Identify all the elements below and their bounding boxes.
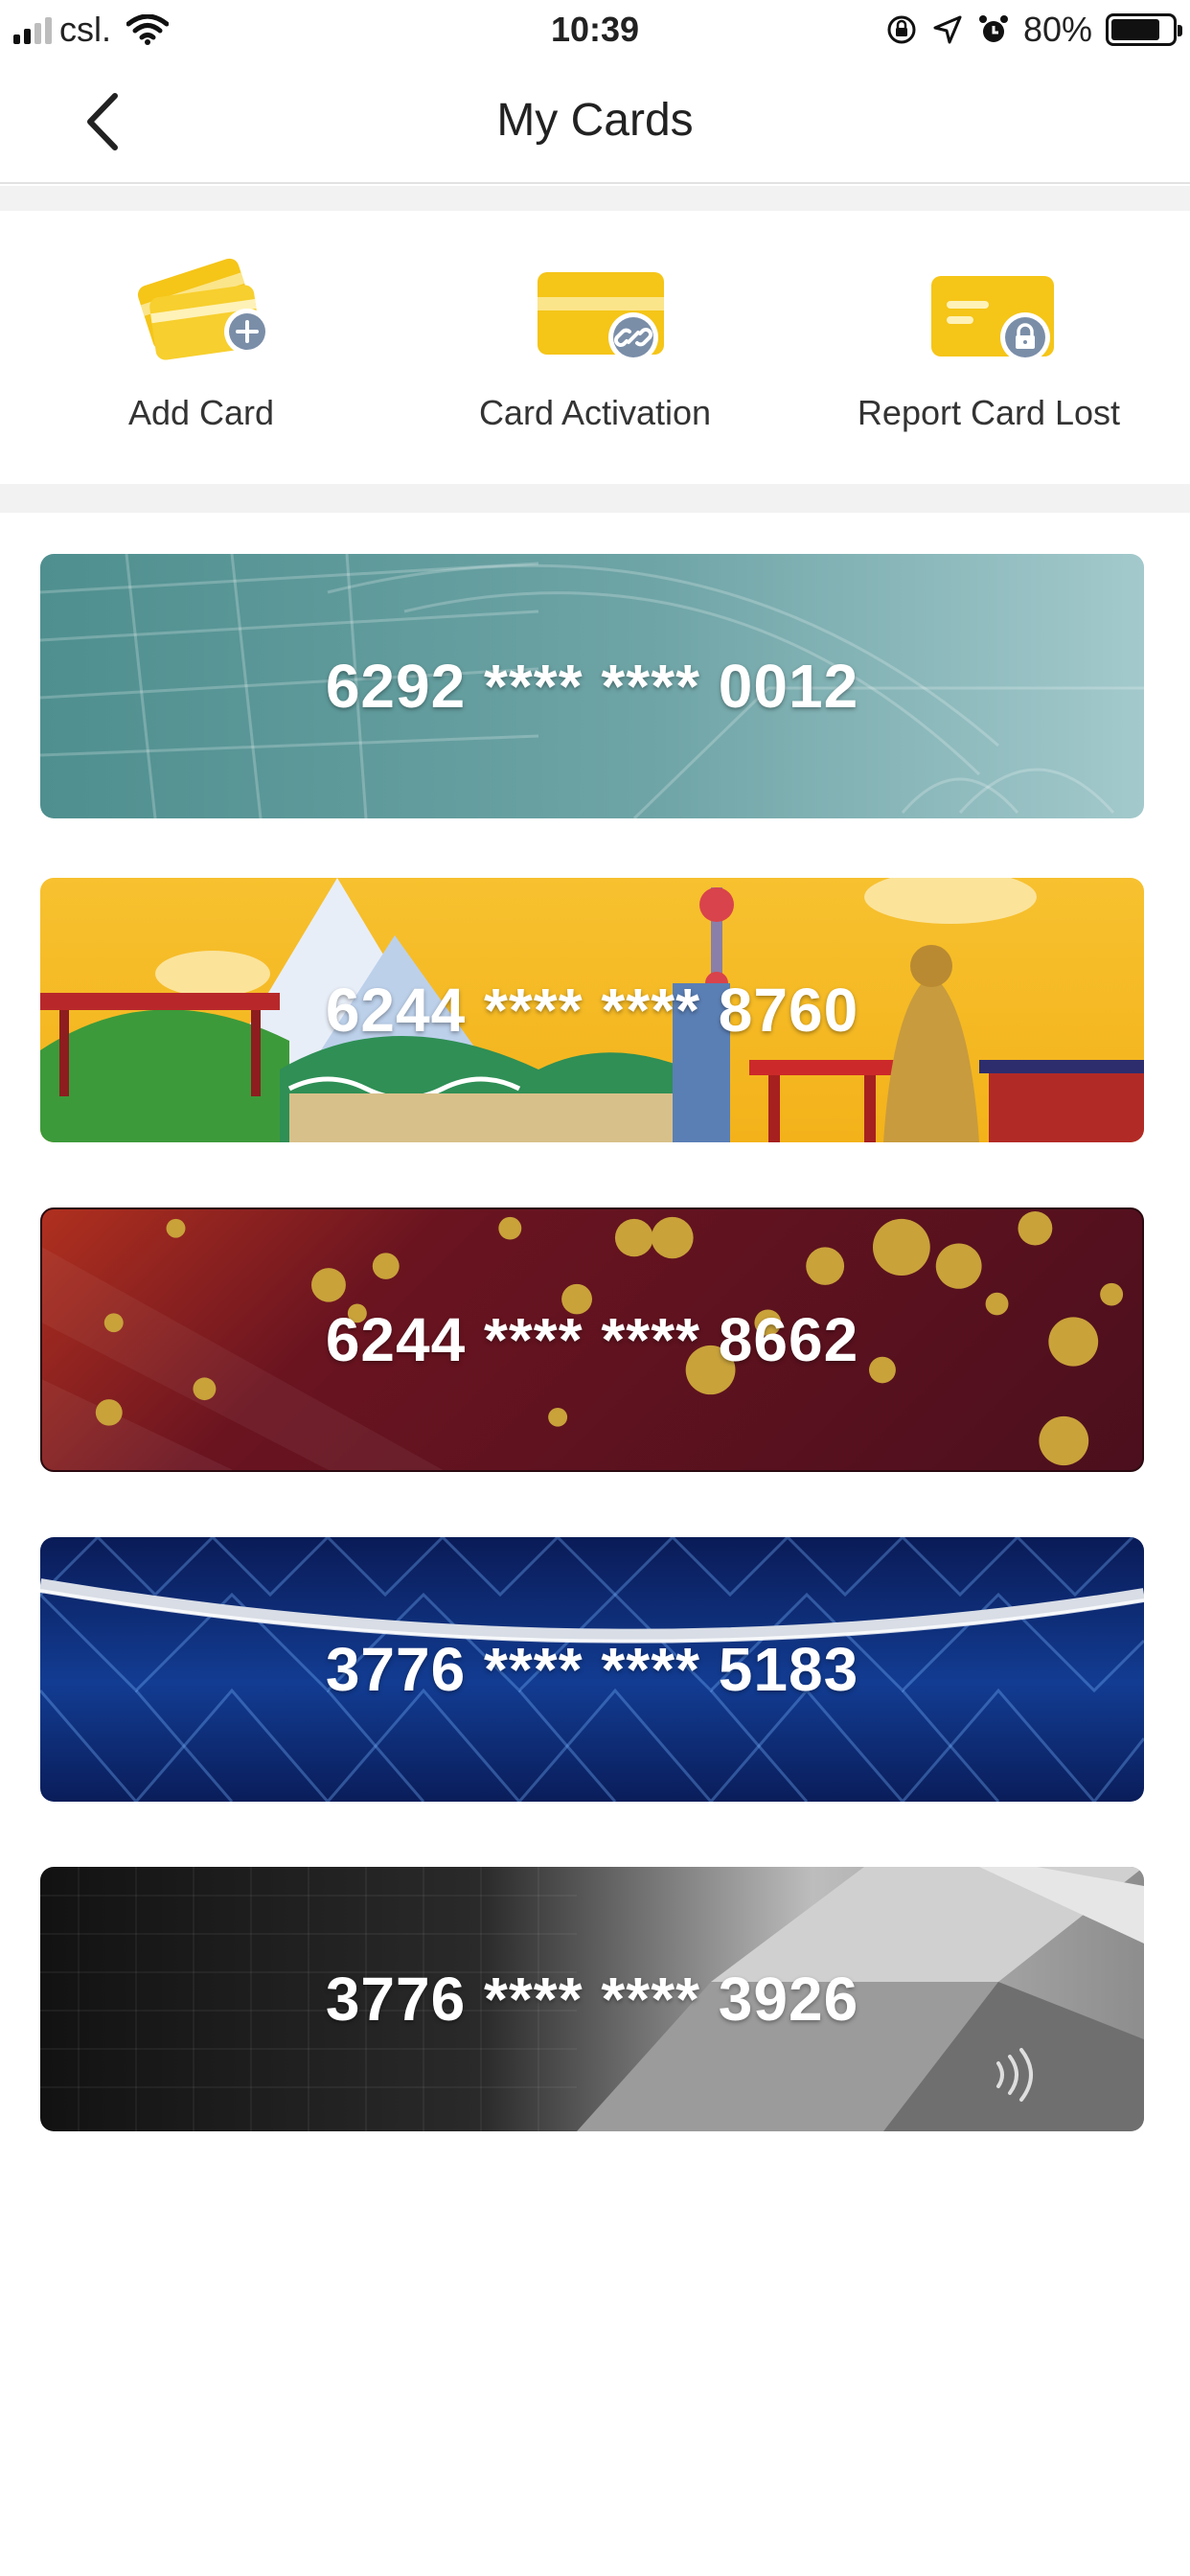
card-activation-label: Card Activation xyxy=(478,393,712,432)
card-lock-icon xyxy=(931,276,1054,362)
card-item[interactable]: 6244 **** **** 8760 xyxy=(40,878,1144,1142)
battery-fill xyxy=(1111,19,1159,40)
card-item[interactable]: 3776 **** **** 5183 xyxy=(40,1537,1144,1802)
report-card-lost-label: Report Card Lost xyxy=(857,393,1121,432)
add-card-button[interactable]: Add Card xyxy=(19,211,383,484)
card-link-icon xyxy=(538,272,664,362)
card-actions: Add Card Card Activation Report Card Los… xyxy=(0,211,1190,484)
section-divider xyxy=(0,186,1190,211)
alarm-icon xyxy=(978,15,1008,42)
status-bar: csl. 10:39 80% xyxy=(0,0,1190,59)
add-card-icon xyxy=(137,258,270,360)
status-right: 80% xyxy=(885,10,1182,50)
card-number: 6244 **** **** 8760 xyxy=(325,976,859,1045)
card-item[interactable]: 6244 **** **** 8662 xyxy=(40,1208,1144,1472)
battery-percent: 80% xyxy=(1022,10,1092,49)
section-divider xyxy=(0,484,1190,513)
card-item[interactable]: 3776 **** **** 3926 xyxy=(40,1867,1144,2131)
card-number: 3776 **** **** 5183 xyxy=(325,1635,859,1704)
card-number: 3776 **** **** 3926 xyxy=(325,1965,859,2034)
card-number: 6292 **** **** 0012 xyxy=(325,652,859,721)
battery-icon xyxy=(1106,13,1182,46)
screen-lock-icon xyxy=(887,15,916,44)
nav-bar: My Cards xyxy=(0,59,1190,184)
card-activation-button[interactable]: Card Activation xyxy=(413,211,777,484)
page-title: My Cards xyxy=(496,95,694,146)
location-arrow-icon xyxy=(933,15,962,44)
card-number: 6244 **** **** 8662 xyxy=(325,1305,859,1374)
report-card-lost-button[interactable]: Report Card Lost xyxy=(807,211,1171,484)
card-item[interactable]: 6292 **** **** 0012 xyxy=(40,554,1144,818)
add-card-label: Add Card xyxy=(127,393,275,432)
